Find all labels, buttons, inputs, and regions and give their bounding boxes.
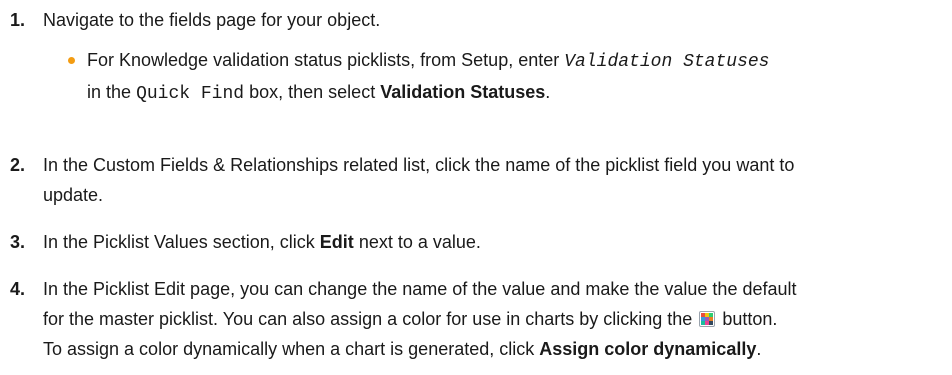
bullet-dot bbox=[68, 57, 75, 64]
step-text-part: To assign a color dynamically when a cha… bbox=[43, 339, 535, 359]
bullet-text-part: For Knowledge validation status picklist… bbox=[87, 50, 560, 70]
step-2: 2. In the Custom Fields & Relationships … bbox=[10, 150, 948, 210]
instruction-document: 1. Navigate to the fields page for your … bbox=[0, 0, 952, 375]
step-text: Navigate to the fields page for your obj… bbox=[43, 10, 381, 30]
step-text: In the Picklist Edit page, you can chang… bbox=[43, 274, 948, 364]
ui-label-edit: Edit bbox=[319, 232, 354, 252]
code-quick-find: Quick Find bbox=[136, 84, 245, 104]
step-number: 1. bbox=[10, 10, 26, 30]
bullet-text: For Knowledge validation status picklist… bbox=[87, 45, 948, 109]
step-text-line: In the Custom Fields & Relationships rel… bbox=[43, 155, 795, 175]
step-text-part: next to a value. bbox=[358, 232, 481, 252]
bullet-text-part: box, then select bbox=[249, 82, 376, 102]
bullet-text-part: in the bbox=[87, 82, 132, 102]
ui-label-assign-color-dynamically: Assign color dynamically bbox=[539, 339, 757, 359]
code-validation-statuses: Validation Statuses bbox=[564, 52, 770, 72]
ui-label-validation-statuses: Validation Statuses bbox=[380, 82, 546, 102]
step-text-line: In the Picklist Edit page, you can chang… bbox=[43, 279, 797, 299]
step-number: 4. bbox=[10, 279, 26, 299]
bullet-item: For Knowledge validation status picklist… bbox=[68, 45, 948, 109]
bullet-text-part: . bbox=[545, 82, 551, 102]
step-text-part: button. bbox=[722, 309, 778, 329]
step-text: In the Picklist Values section, click Ed… bbox=[43, 227, 948, 257]
color-palette-icon bbox=[699, 311, 716, 327]
step-text: In the Custom Fields & Relationships rel… bbox=[43, 150, 948, 210]
step-3: 3. In the Picklist Values section, click… bbox=[10, 227, 948, 257]
step-text-part: In the Picklist Values section, click bbox=[43, 232, 315, 252]
step-text-part: . bbox=[756, 339, 762, 359]
step-text-part: for the master picklist. You can also as… bbox=[43, 309, 693, 329]
step-number: 3. bbox=[10, 232, 26, 252]
step-text-line: update. bbox=[43, 185, 104, 205]
step-number: 2. bbox=[10, 155, 26, 175]
step-1: 1. Navigate to the fields page for your … bbox=[10, 5, 948, 35]
step-4: 4. In the Picklist Edit page, you can ch… bbox=[10, 274, 948, 364]
